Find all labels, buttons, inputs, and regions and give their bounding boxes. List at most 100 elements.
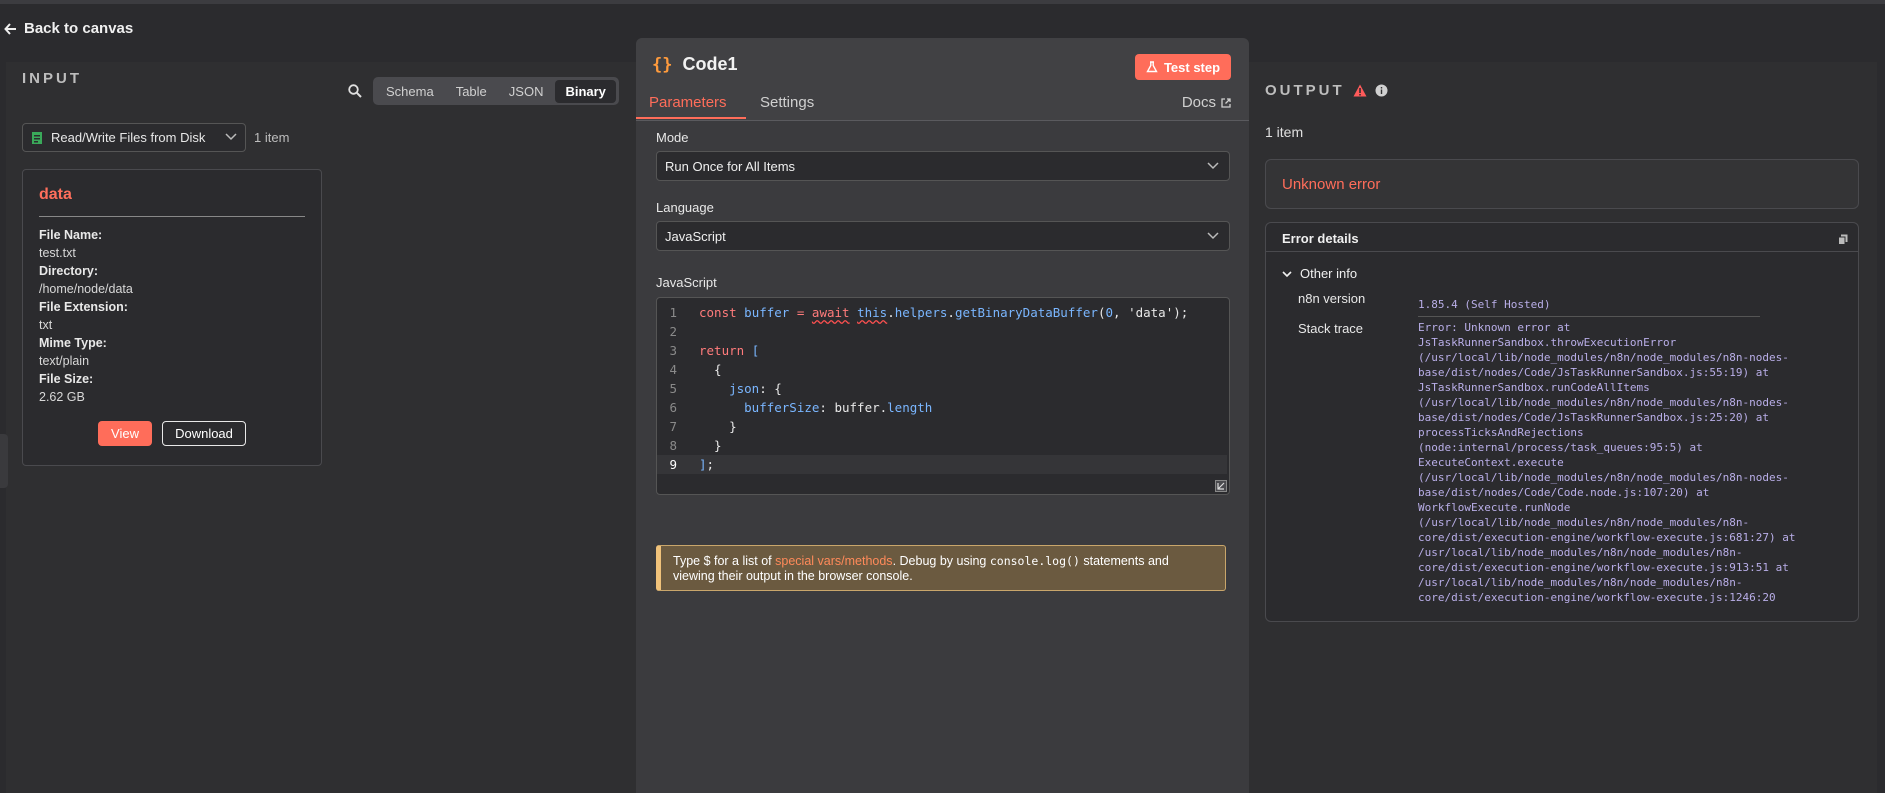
input-panel: INPUT Schema Table JSON Binary Read/Writ… bbox=[6, 62, 636, 793]
mode-select[interactable]: Run Once for All Items bbox=[656, 151, 1230, 181]
code-editor[interactable]: 1 const buffer = await this.helpers.getBi… bbox=[656, 297, 1230, 495]
other-info-label: Other info bbox=[1300, 266, 1358, 281]
stack-trace-value: Error: Unknown error at JsTaskRunnerSand… bbox=[1418, 320, 1796, 605]
meta-key: Mime Type: bbox=[39, 336, 107, 350]
panel-drag-handle[interactable] bbox=[0, 434, 8, 488]
stack-line: processTicksAndRejections bbox=[1418, 426, 1584, 439]
stack-line: ExecuteContext.execute bbox=[1418, 456, 1564, 469]
meta-value: /home/node/data bbox=[39, 282, 133, 296]
view-binary[interactable]: Binary bbox=[555, 79, 616, 103]
stack-line: base/dist/nodes/Code/JsTaskRunnerSandbox… bbox=[1418, 411, 1769, 424]
code-line: 7 } bbox=[669, 419, 737, 434]
expand-editor-icon[interactable] bbox=[1215, 480, 1227, 492]
node-title[interactable]: {} Code1 bbox=[652, 54, 738, 75]
meta-key: File Size: bbox=[39, 372, 94, 386]
meta-value: txt bbox=[39, 318, 53, 332]
divider bbox=[1418, 316, 1760, 317]
docs-label: Docs bbox=[1181, 94, 1216, 111]
copy-icon[interactable] bbox=[1838, 234, 1848, 245]
stack-line: core/dist/execution-engine/workflow-exec… bbox=[1418, 591, 1776, 604]
info-icon[interactable] bbox=[1375, 84, 1388, 97]
back-label: Back to canvas bbox=[24, 20, 134, 37]
meta-key: File Extension: bbox=[39, 300, 128, 314]
code-line: 6 bufferSize: buffer.length bbox=[669, 400, 933, 415]
error-title: Unknown error bbox=[1282, 176, 1381, 193]
error-details-header: Error details bbox=[1266, 223, 1858, 252]
view-schema[interactable]: Schema bbox=[376, 80, 444, 103]
arrow-left-icon bbox=[4, 22, 16, 35]
language-select[interactable]: JavaScript bbox=[656, 221, 1230, 251]
code-line: 1 const buffer = await this.helpers.getBi… bbox=[669, 305, 1189, 320]
stack-line: base/dist/nodes/Code/Code.node.js:107:20… bbox=[1418, 486, 1710, 499]
view-json[interactable]: JSON bbox=[499, 80, 554, 103]
output-item-count: 1 item bbox=[1265, 124, 1304, 140]
stack-line: base/dist/nodes/Code/JsTaskRunnerSandbox… bbox=[1418, 366, 1769, 379]
hint-code: console.log() bbox=[989, 554, 1080, 568]
right-edge bbox=[1877, 62, 1885, 793]
active-tab-indicator bbox=[636, 117, 746, 119]
view-switcher: Schema Table JSON Binary bbox=[373, 77, 619, 105]
node-parameters-panel: {} Code1 Test step Parameters Settings D… bbox=[636, 38, 1249, 793]
input-title: INPUT bbox=[22, 70, 82, 87]
binary-property-name: data bbox=[39, 186, 72, 203]
input-item-count: 1 item bbox=[254, 130, 290, 145]
stack-line: /usr/local/lib/node_modules/n8n/node_mod… bbox=[1418, 546, 1743, 559]
chevron-down-icon bbox=[225, 133, 237, 141]
test-step-button[interactable]: Test step bbox=[1135, 54, 1231, 80]
external-link-icon bbox=[1221, 97, 1231, 108]
language-value: JavaScript bbox=[665, 228, 726, 244]
binary-metadata: File Name: test.txt Directory: /home/nod… bbox=[39, 226, 133, 406]
chevron-down-icon bbox=[1282, 270, 1292, 277]
n8n-version-value: 1.85.4 (Self Hosted) bbox=[1418, 298, 1551, 311]
input-node-select-value: Read/Write Files from Disk bbox=[51, 130, 206, 145]
chevron-down-icon bbox=[1207, 162, 1219, 170]
stack-line: core/dist/execution-engine/workflow-exec… bbox=[1418, 531, 1796, 544]
input-node-select[interactable]: Read/Write Files from Disk bbox=[22, 123, 246, 152]
meta-value: text/plain bbox=[39, 354, 90, 368]
error-details-title: Error details bbox=[1282, 231, 1359, 246]
search-icon[interactable] bbox=[348, 84, 362, 98]
divider bbox=[39, 216, 305, 217]
mode-value: Run Once for All Items bbox=[665, 158, 796, 174]
output-panel: OUTPUT 1 item Unknown error Error detail… bbox=[1249, 62, 1879, 793]
n8n-version-label: n8n version bbox=[1298, 291, 1366, 306]
chevron-down-icon bbox=[1207, 232, 1219, 240]
stack-line: JsTaskRunnerSandbox.throwExecutionError bbox=[1418, 336, 1677, 349]
file-icon bbox=[32, 131, 42, 144]
error-details-panel: Error details Other info n8n version 1.8… bbox=[1265, 222, 1859, 622]
hint-prefix: Type $ for a list of bbox=[673, 554, 776, 568]
back-to-canvas-link[interactable]: Back to canvas bbox=[4, 20, 133, 37]
docs-link[interactable]: Docs bbox=[1182, 94, 1231, 111]
flask-icon bbox=[1146, 61, 1158, 73]
meta-value: test.txt bbox=[39, 246, 76, 260]
warning-icon bbox=[1353, 84, 1367, 97]
tab-parameters[interactable]: Parameters bbox=[649, 94, 727, 111]
test-step-label: Test step bbox=[1163, 59, 1221, 75]
node-tabs: Parameters Settings Docs bbox=[636, 94, 1249, 121]
node-header: {} Code1 Test step Parameters Settings D… bbox=[636, 38, 1249, 121]
code-hint-callout: Type $ for a list of special vars/method… bbox=[656, 545, 1226, 591]
node-title-text: Code1 bbox=[682, 54, 738, 74]
other-info-toggle[interactable]: Other info bbox=[1282, 266, 1357, 281]
output-header: OUTPUT bbox=[1265, 82, 1388, 99]
special-vars-link[interactable]: special vars/methods bbox=[775, 554, 892, 568]
download-button[interactable]: Download bbox=[162, 421, 246, 446]
code-node-icon: {} bbox=[652, 54, 673, 75]
binary-data-card: data File Name: test.txt Directory: /hom… bbox=[22, 169, 322, 466]
meta-key: Directory: bbox=[39, 264, 99, 278]
mode-label: Mode bbox=[656, 130, 689, 145]
error-message-box: Unknown error bbox=[1265, 159, 1859, 209]
stack-line: JsTaskRunnerSandbox.runCodeAllItems bbox=[1418, 381, 1650, 394]
parameters-body: Mode Run Once for All Items Language Jav… bbox=[636, 121, 1249, 793]
stack-line: (/usr/local/lib/node_modules/n8n/node_mo… bbox=[1418, 516, 1750, 529]
tab-settings[interactable]: Settings bbox=[760, 94, 814, 111]
meta-value: 2.62 GB bbox=[39, 390, 85, 404]
stack-line: WorkflowExecute.runNode bbox=[1418, 501, 1571, 514]
view-table[interactable]: Table bbox=[446, 80, 497, 103]
view-button[interactable]: View bbox=[98, 421, 152, 446]
code-line: 4 { bbox=[669, 362, 722, 377]
hint-middle: . Debug by using bbox=[892, 554, 990, 568]
code-label: JavaScript bbox=[656, 275, 717, 290]
stack-line: Error: Unknown error at bbox=[1418, 321, 1571, 334]
meta-key: File Name: bbox=[39, 228, 103, 242]
